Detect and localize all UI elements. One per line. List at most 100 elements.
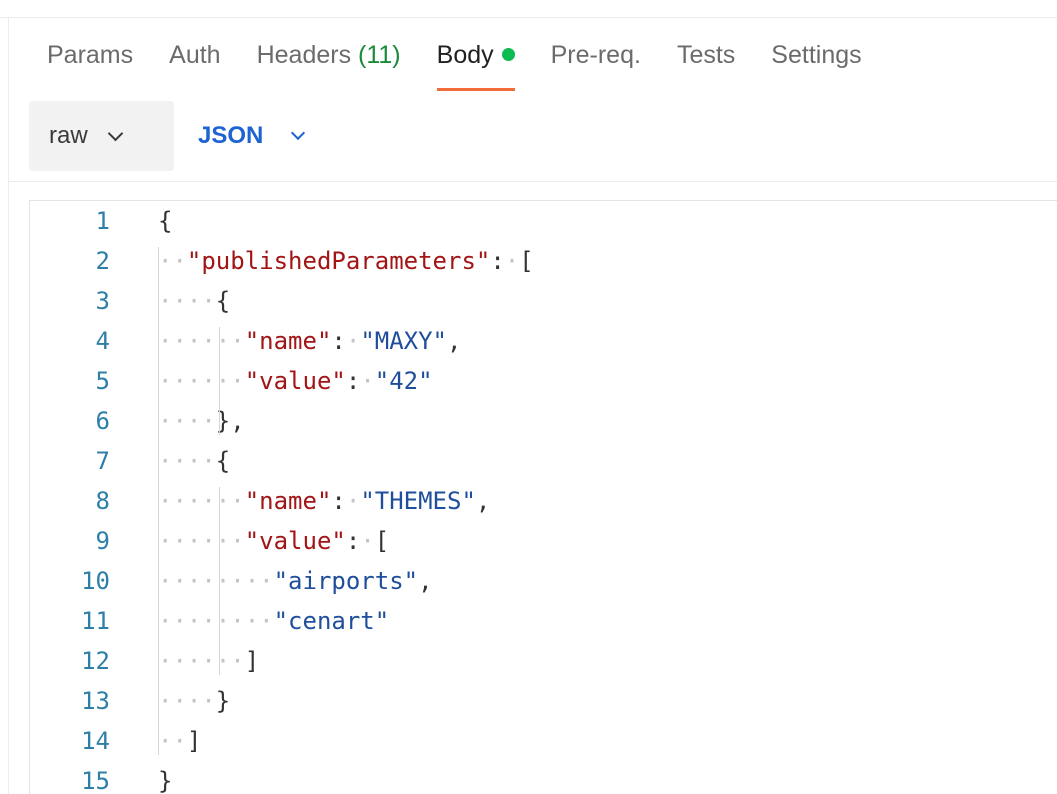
code-token: "value"	[244, 367, 346, 395]
whitespace-marker: ······	[158, 327, 245, 355]
code-text: ····},	[158, 401, 245, 441]
code-line: 1{	[30, 201, 1030, 241]
code-line: 7 ····{	[30, 441, 1030, 481]
tab-pre-request-label: Pre-req.	[550, 41, 641, 69]
code-token: "name"	[244, 487, 332, 515]
code-token: }	[215, 687, 231, 715]
tab-settings[interactable]: Settings	[771, 36, 861, 74]
line-number: 13	[81, 687, 110, 715]
whitespace-marker: ····	[158, 287, 216, 315]
line-number: 1	[95, 207, 110, 235]
whitespace-marker: ······	[158, 367, 245, 395]
code-token: {	[215, 287, 231, 315]
code-token: ]	[244, 647, 260, 675]
tab-auth-label: Auth	[169, 41, 221, 69]
tab-body-label: Body	[436, 41, 494, 69]
tab-params-label: Params	[47, 41, 134, 69]
active-tab-underline	[436, 88, 515, 91]
tab-headers[interactable]: Headers (11)	[257, 36, 401, 74]
code-line: 8 ······"name":·"THEMES",	[30, 481, 1030, 521]
code-editor[interactable]: 1{2 ··"publishedParameters":·[3 ····{4 ····…	[29, 200, 1057, 794]
tab-pre-request[interactable]: Pre-req.	[551, 36, 641, 74]
request-tabs: Params Auth Headers (11) Body Pre-req. T…	[47, 36, 898, 92]
selector-divider	[8, 181, 1057, 182]
line-number: 10	[81, 567, 110, 595]
body-format-dropdown[interactable]: JSON	[198, 101, 306, 171]
code-token: },	[215, 407, 245, 435]
body-type-selectors: raw JSON	[29, 101, 306, 171]
code-token: :	[345, 527, 361, 555]
tab-auth[interactable]: Auth	[169, 36, 220, 74]
code-token: ]	[186, 727, 202, 755]
code-token: :	[331, 327, 346, 355]
tab-tests[interactable]: Tests	[677, 36, 735, 74]
code-text: ··"publishedParameters":·[	[158, 241, 534, 281]
code-text: ··]	[158, 721, 201, 761]
code-line: 3 ····{	[30, 281, 1030, 321]
code-text: ····}	[158, 681, 230, 721]
code-token: [	[374, 527, 390, 555]
body-format-label: JSON	[198, 122, 264, 149]
code-token: "42"	[374, 367, 433, 395]
whitespace-marker: ······	[158, 487, 245, 515]
whitespace-marker: ······	[158, 647, 245, 675]
code-token: "name"	[244, 327, 332, 355]
line-number: 12	[81, 647, 110, 675]
code-text: ········"airports",	[158, 561, 433, 601]
tab-body[interactable]: Body	[436, 36, 515, 91]
code-text: ······]	[158, 641, 259, 681]
tab-tests-label: Tests	[676, 41, 736, 69]
code-line: 9 ······"value":·[	[30, 521, 1030, 561]
body-mode-label: raw	[49, 122, 88, 149]
indent-guide	[158, 247, 159, 755]
code-line: 14 ··]	[30, 721, 1030, 761]
whitespace-marker: ·	[504, 247, 520, 275]
code-text: ······"value":·"42"	[158, 361, 433, 401]
code-text: ····{	[158, 441, 230, 481]
whitespace-marker: ····	[158, 447, 216, 475]
whitespace-marker: ·	[360, 527, 375, 555]
whitespace-marker: ····	[158, 407, 216, 435]
code-token: :	[490, 247, 505, 275]
code-token: [	[519, 247, 534, 275]
code-text: ······"name":·"THEMES",	[158, 481, 490, 521]
indent-guide	[219, 327, 220, 435]
code-token: "airports"	[273, 567, 419, 595]
whitespace-marker: ··	[158, 727, 187, 755]
code-token: "publishedParameters"	[186, 247, 491, 275]
code-token: "value"	[244, 527, 346, 555]
line-number: 4	[95, 327, 110, 355]
line-number: 2	[95, 247, 110, 275]
tab-settings-label: Settings	[771, 41, 862, 69]
line-number: 11	[81, 607, 110, 635]
tab-headers-label: Headers	[256, 41, 359, 69]
code-line: 12 ······]	[30, 641, 1030, 681]
line-number: 15	[81, 767, 110, 794]
whitespace-marker: ·	[345, 487, 361, 515]
code-token: :	[331, 487, 346, 515]
code-line: 11 ········"cenart"	[30, 601, 1030, 641]
chevron-down-icon	[291, 125, 306, 141]
line-number: 14	[81, 727, 110, 755]
body-mode-dropdown[interactable]: raw	[29, 101, 174, 171]
code-token: }	[158, 767, 173, 794]
code-token: {	[158, 207, 173, 235]
line-number: 9	[95, 527, 110, 555]
whitespace-marker: ····	[158, 687, 216, 715]
code-token: "cenart"	[273, 607, 390, 635]
line-number: 6	[95, 407, 110, 435]
whitespace-marker: ········	[158, 607, 274, 635]
code-token: :	[345, 367, 361, 395]
code-text: }	[158, 761, 172, 794]
code-token: ,	[418, 567, 433, 595]
code-line: 13 ····}	[30, 681, 1030, 721]
code-token: "THEMES"	[360, 487, 476, 515]
code-line: 5 ······"value":·"42"	[30, 361, 1030, 401]
chevron-down-icon	[107, 125, 123, 141]
code-token: ,	[447, 327, 462, 355]
headers-count-badge: (11)	[358, 41, 401, 69]
code-token: ,	[475, 487, 491, 515]
code-text: ····{	[158, 281, 230, 321]
tab-params[interactable]: Params	[47, 36, 133, 74]
body-has-content-dot-icon	[501, 48, 515, 61]
